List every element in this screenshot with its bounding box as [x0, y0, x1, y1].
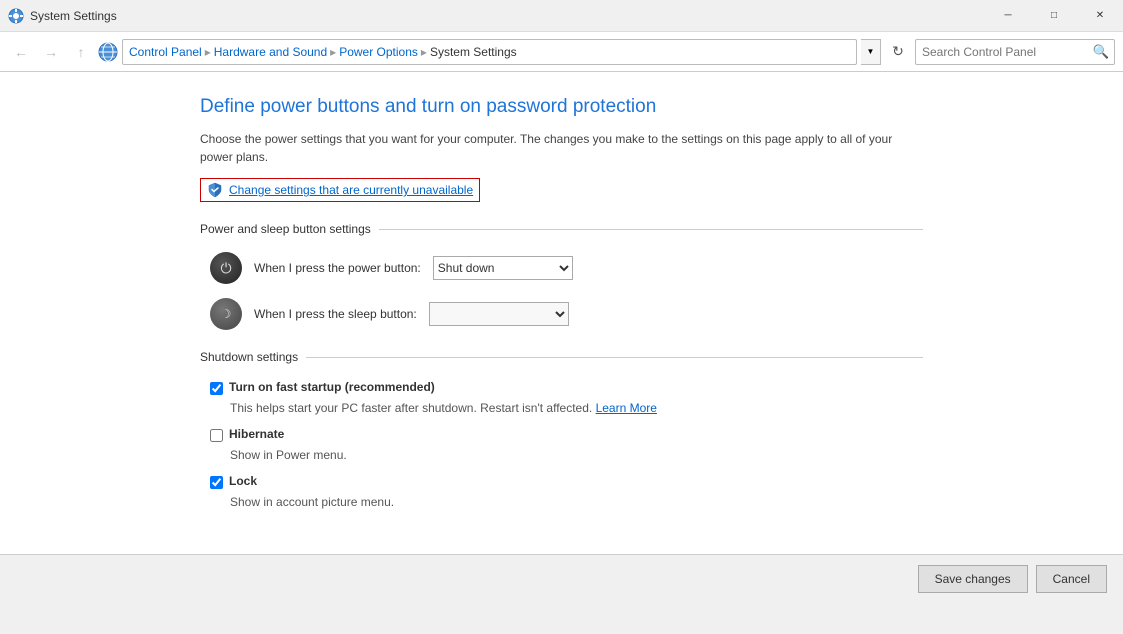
sleep-button-select[interactable] — [429, 302, 569, 326]
lock-desc: Show in account picture menu. — [230, 493, 923, 511]
power-sleep-section-header: Power and sleep button settings — [200, 222, 923, 236]
refresh-button[interactable]: ↻ — [885, 39, 911, 65]
main-content: Define power buttons and turn on passwor… — [0, 72, 1123, 602]
window-controls: ─ □ ✕ — [985, 0, 1123, 32]
power-sleep-label: Power and sleep button settings — [200, 222, 371, 236]
power-button-select[interactable]: Shut down Do nothing Sleep Hibernate Tur… — [433, 256, 573, 280]
shield-icon — [207, 182, 223, 198]
hibernate-row: Hibernate — [210, 427, 923, 442]
cancel-button[interactable]: Cancel — [1036, 565, 1107, 593]
sleep-icon: ☽ — [210, 298, 242, 330]
fast-startup-checkbox[interactable] — [210, 382, 223, 395]
shutdown-label: Shutdown settings — [200, 350, 298, 364]
hibernate-checkbox[interactable] — [210, 429, 223, 442]
hibernate-desc: Show in Power menu. — [230, 446, 923, 464]
close-button[interactable]: ✕ — [1077, 0, 1123, 32]
lock-row: Lock — [210, 474, 923, 489]
bottom-bar: Save changes Cancel — [0, 554, 1123, 602]
shutdown-divider-line — [306, 357, 923, 358]
change-settings-text: Change settings that are currently unava… — [229, 183, 473, 197]
search-input[interactable] — [916, 45, 1088, 59]
sleep-button-label: When I press the sleep button: — [254, 307, 417, 321]
address-control-panel[interactable]: Control Panel — [129, 45, 202, 59]
hibernate-label: Hibernate — [229, 427, 284, 441]
forward-button[interactable]: → — [38, 39, 64, 65]
location-icon — [98, 42, 118, 62]
address-power-options[interactable]: Power Options — [339, 45, 418, 59]
lock-label: Lock — [229, 474, 257, 488]
page-description: Choose the power settings that you want … — [200, 130, 923, 166]
power-icon: ⏻ — [210, 252, 242, 284]
button-settings: ⏻ When I press the power button: Shut do… — [200, 252, 923, 330]
back-button[interactable]: ← — [8, 39, 34, 65]
page-title: Define power buttons and turn on passwor… — [200, 96, 923, 118]
change-settings-link[interactable]: Change settings that are currently unava… — [200, 178, 480, 202]
power-button-row: ⏻ When I press the power button: Shut do… — [210, 252, 923, 284]
fast-startup-desc: This helps start your PC faster after sh… — [230, 399, 923, 417]
navigation-bar: ← → ↑ Control Panel ▸ Hardware and Sound… — [0, 32, 1123, 72]
search-box[interactable]: 🔍 — [915, 39, 1115, 65]
minimize-button[interactable]: ─ — [985, 0, 1031, 32]
shutdown-section-header: Shutdown settings — [200, 350, 923, 364]
shutdown-settings: Turn on fast startup (recommended) This … — [200, 380, 923, 511]
search-button[interactable]: 🔍 — [1088, 39, 1114, 65]
sleep-button-row: ☽ When I press the sleep button: — [210, 298, 923, 330]
maximize-button[interactable]: □ — [1031, 0, 1077, 32]
address-current: System Settings — [430, 45, 517, 59]
content-area: Define power buttons and turn on passwor… — [0, 72, 1123, 554]
up-button[interactable]: ↑ — [68, 39, 94, 65]
fast-startup-label: Turn on fast startup (recommended) — [229, 380, 435, 394]
window-icon — [8, 8, 24, 24]
window-title: System Settings — [30, 9, 117, 23]
address-hardware-sound[interactable]: Hardware and Sound — [214, 45, 327, 59]
save-button[interactable]: Save changes — [918, 565, 1028, 593]
fast-startup-row: Turn on fast startup (recommended) — [210, 380, 923, 395]
power-button-label: When I press the power button: — [254, 261, 421, 275]
lock-checkbox[interactable] — [210, 476, 223, 489]
learn-more-link[interactable]: Learn More — [596, 401, 657, 415]
address-bar[interactable]: Control Panel ▸ Hardware and Sound ▸ Pow… — [122, 39, 857, 65]
address-dropdown-button[interactable]: ▼ — [861, 39, 881, 65]
section-divider-line — [379, 229, 923, 230]
title-bar: System Settings ─ □ ✕ — [0, 0, 1123, 32]
